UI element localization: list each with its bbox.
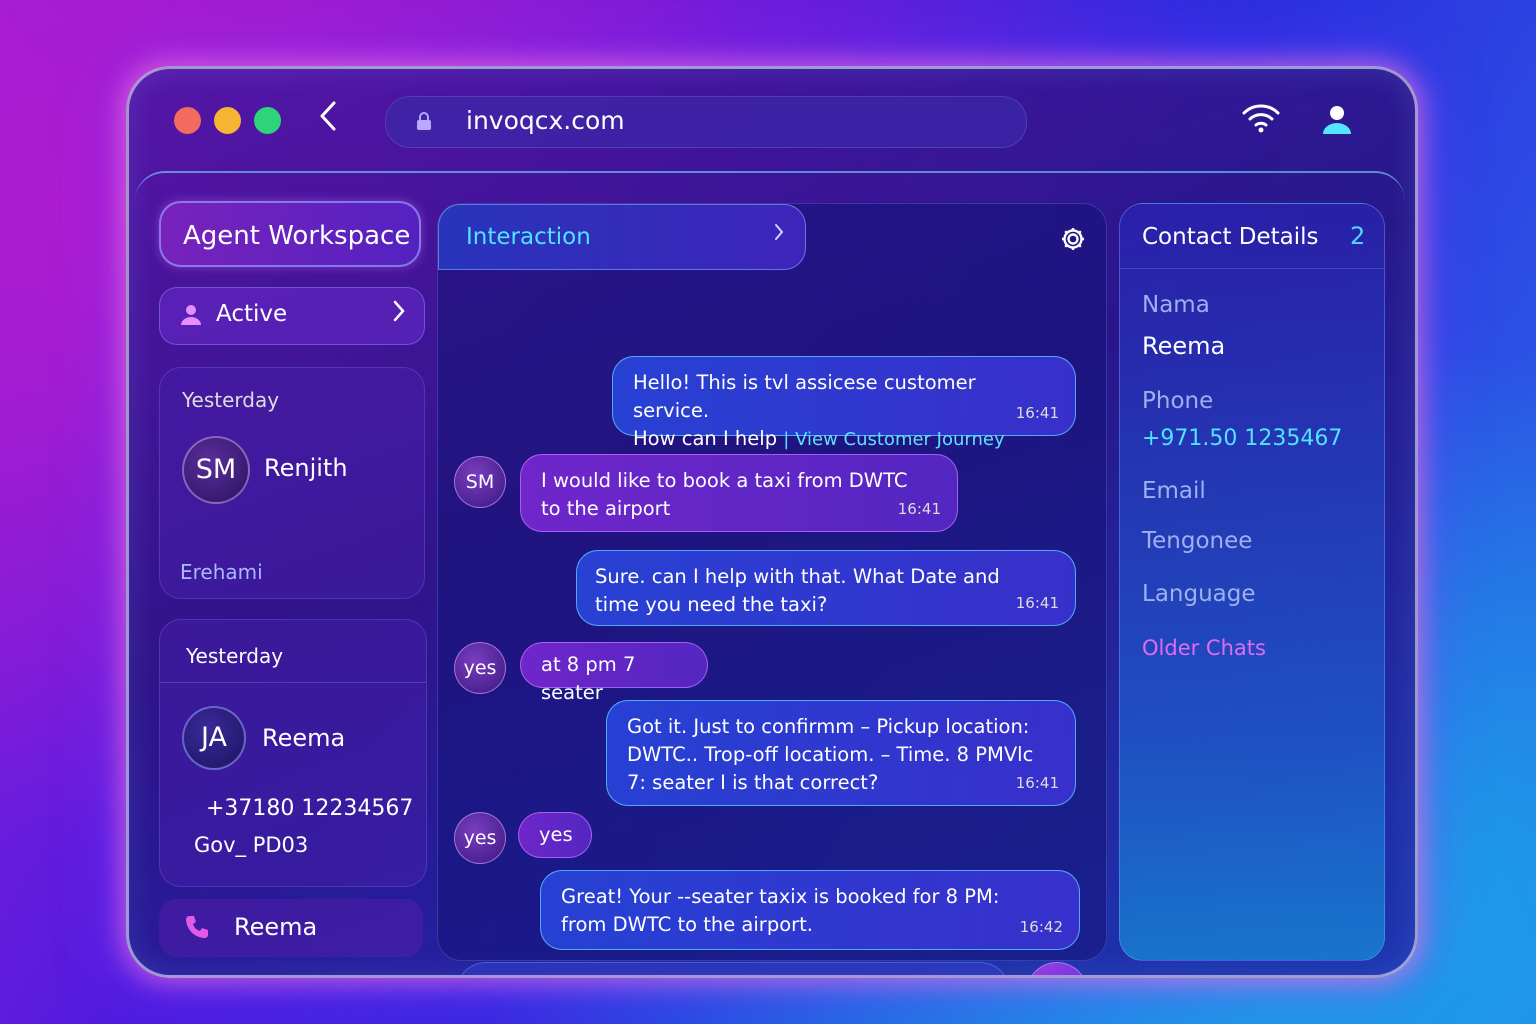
close-window-button[interactable] [174, 107, 201, 134]
wifi-icon [1241, 103, 1281, 137]
divider [160, 682, 426, 683]
customer-avatar: yes [454, 812, 506, 864]
contact-code: Gov_ PD03 [194, 833, 309, 857]
contact-name: Renjith [264, 454, 348, 482]
message-time: 16:41 [897, 500, 941, 518]
name-label: Nama [1142, 292, 1210, 318]
language-label: Language [1142, 581, 1256, 607]
back-arrow-icon[interactable] [317, 99, 339, 142]
message-input[interactable] [519, 975, 983, 978]
address-bar[interactable]: invoqcx.com [385, 96, 1027, 148]
message-text: Great! Your --seater taxix is booked for… [561, 885, 1000, 908]
browser-window: invoqcx.com Agent Workspace Active Yeste… [126, 66, 1418, 978]
contact-details-panel: Contact Details 2 Nama Reema Phone +971.… [1119, 203, 1385, 961]
person-icon [181, 305, 201, 325]
user-profile-icon[interactable] [1320, 103, 1354, 141]
message-text: from DWTC to the airport. [561, 913, 813, 936]
conversation-card-reema[interactable]: Yesterday JA Reema +37180 12234567 Gov_ … [159, 619, 427, 887]
chevron-right-icon [773, 221, 785, 249]
contact-phone: +37180 12234567 [206, 796, 414, 821]
customer-avatar: SM [454, 456, 506, 508]
message-text: 7: seater I is that correct? [627, 771, 879, 794]
chat-message-agent: Sure. can I help with that. What Date an… [576, 550, 1076, 626]
message-time: 16:42 [1019, 918, 1063, 936]
chat-message-agent: Got it. Just to confirmm – Pickup locati… [606, 700, 1076, 806]
message-input-bar[interactable] [456, 962, 1010, 978]
chat-message-agent: Hello! This is tvl assicese customer ser… [612, 356, 1076, 450]
avatar: SM [182, 436, 250, 504]
message-text: at 8 pm 7 seater [541, 653, 636, 704]
message-time: 16:41 [1015, 404, 1059, 422]
name-value: Reema [1142, 332, 1226, 360]
view-customer-journey-link[interactable]: View Customer Journey [795, 429, 1005, 450]
contact-details-header: Contact Details 2 [1120, 204, 1384, 269]
maximize-window-button[interactable] [254, 107, 281, 134]
conversation-card-renjith[interactable]: Yesterday SM Renjith Erehami [159, 367, 425, 599]
url-text: invoqcx.com [466, 106, 625, 135]
lock-icon [417, 112, 431, 130]
message-text: DWTC.. Trop-off locatiom. – Time. 8 PMVl… [627, 743, 1034, 766]
message-text: yes [539, 823, 573, 846]
message-time: 16:41 [1015, 594, 1059, 612]
title-bar: invoqcx.com [129, 69, 1415, 171]
conversation-date: Yesterday [186, 644, 284, 668]
contact-count-badge: 2 [1350, 222, 1366, 250]
chevron-right-icon [392, 298, 406, 331]
tab-interaction-label: Interaction [466, 224, 591, 250]
message-text: Sure. can I help with that. What Date an… [595, 565, 1000, 616]
message-text: Hello! This is tvl assicese customer ser… [633, 371, 976, 422]
email-label: Email [1142, 478, 1206, 504]
phone-label: Phone [1142, 388, 1214, 414]
conversation-date: Yesterday [182, 388, 280, 412]
message-text: I would like to book a taxi from DWTC to… [541, 469, 908, 520]
contact-detail: Erehami [180, 560, 263, 584]
agent-status-selector[interactable]: Active [159, 287, 425, 345]
chat-message-customer: at 8 pm 7 seater [520, 642, 708, 704]
chat-message-customer: yes [518, 812, 592, 858]
active-call-bar[interactable]: Reema [159, 899, 423, 957]
message-time: 16:41 [1015, 774, 1059, 792]
tab-interaction[interactable]: Interaction [438, 204, 806, 270]
message-text: How can I help [633, 427, 778, 450]
gear-icon[interactable] [1060, 226, 1086, 256]
chat-message-customer: I would like to book a taxi from DWTC to… [520, 454, 958, 532]
avatar: JA [182, 706, 246, 770]
phone-value[interactable]: +971.50 1235467 [1142, 426, 1342, 451]
customer-avatar: yes [454, 642, 506, 694]
phone-icon [186, 916, 208, 938]
tengonee-label: Tengonee [1142, 528, 1253, 554]
contact-details-title: Contact Details [1142, 224, 1319, 250]
agent-status-label: Active [216, 301, 288, 327]
chat-message-agent: Great! Your --seater taxix is booked for… [540, 870, 1080, 950]
minimize-window-button[interactable] [214, 107, 241, 134]
message-text: Got it. Just to confirmm – Pickup locati… [627, 715, 1030, 738]
older-chats-link[interactable]: Older Chats [1142, 636, 1266, 660]
call-contact-name: Reema [234, 913, 318, 941]
agent-workspace-title: Agent Workspace [159, 201, 421, 267]
contact-name: Reema [262, 724, 346, 752]
chat-panel: Interaction Hello! This is tvl assicese … [437, 203, 1107, 975]
